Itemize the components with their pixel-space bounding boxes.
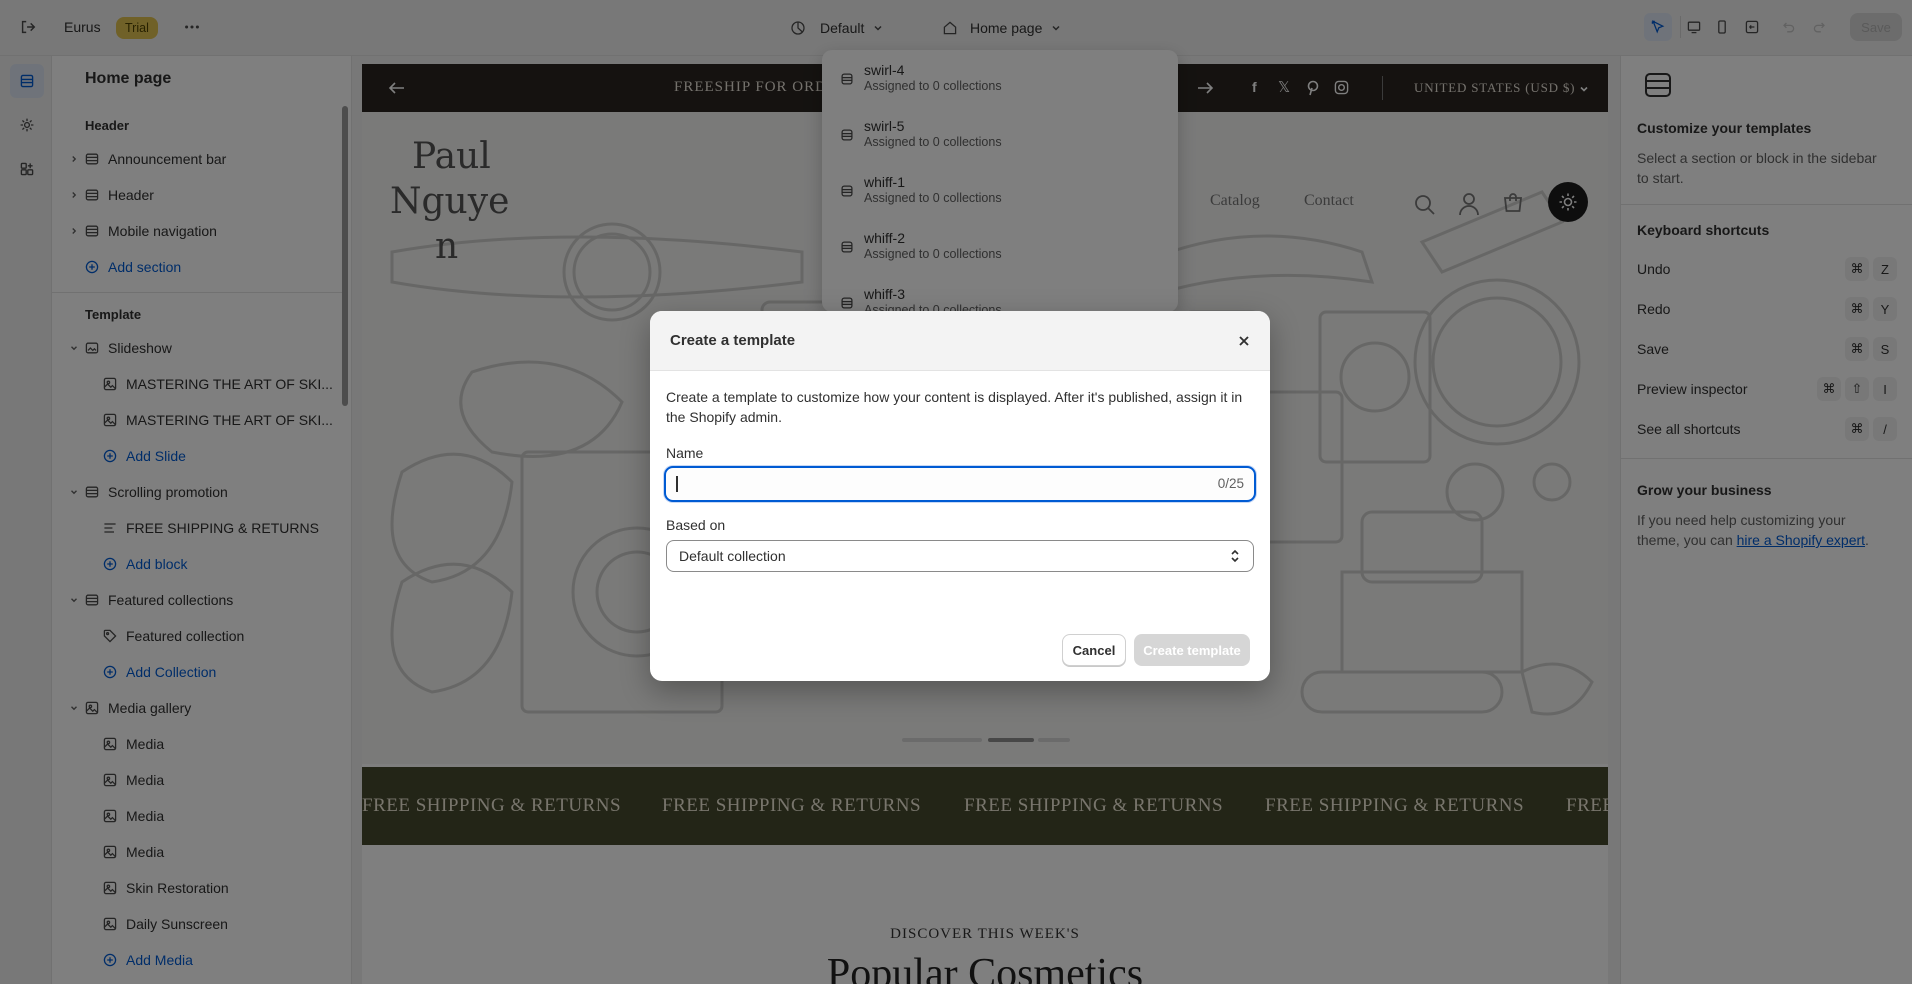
select-chevron-icon: [1231, 549, 1239, 563]
based-on-select[interactable]: Default collection: [666, 540, 1254, 572]
create-template-button[interactable]: Create template: [1134, 634, 1250, 666]
close-icon: [1239, 336, 1249, 346]
dialog-description: Create a template to customize how your …: [666, 389, 1243, 425]
name-field[interactable]: 0/25: [664, 466, 1256, 502]
name-input[interactable]: [666, 468, 1206, 500]
dialog-header: Create a template: [650, 311, 1270, 371]
select-value: Default collection: [679, 548, 786, 564]
cancel-button[interactable]: Cancel: [1062, 634, 1126, 666]
character-counter: 0/25: [1217, 476, 1244, 491]
close-button[interactable]: [1232, 329, 1256, 353]
dialog-title: Create a template: [670, 332, 796, 349]
text-cursor: [676, 476, 678, 492]
based-on-label: Based on: [666, 517, 726, 533]
name-label: Name: [666, 445, 704, 461]
create-template-dialog: Create a template Create a template to c…: [650, 311, 1270, 681]
